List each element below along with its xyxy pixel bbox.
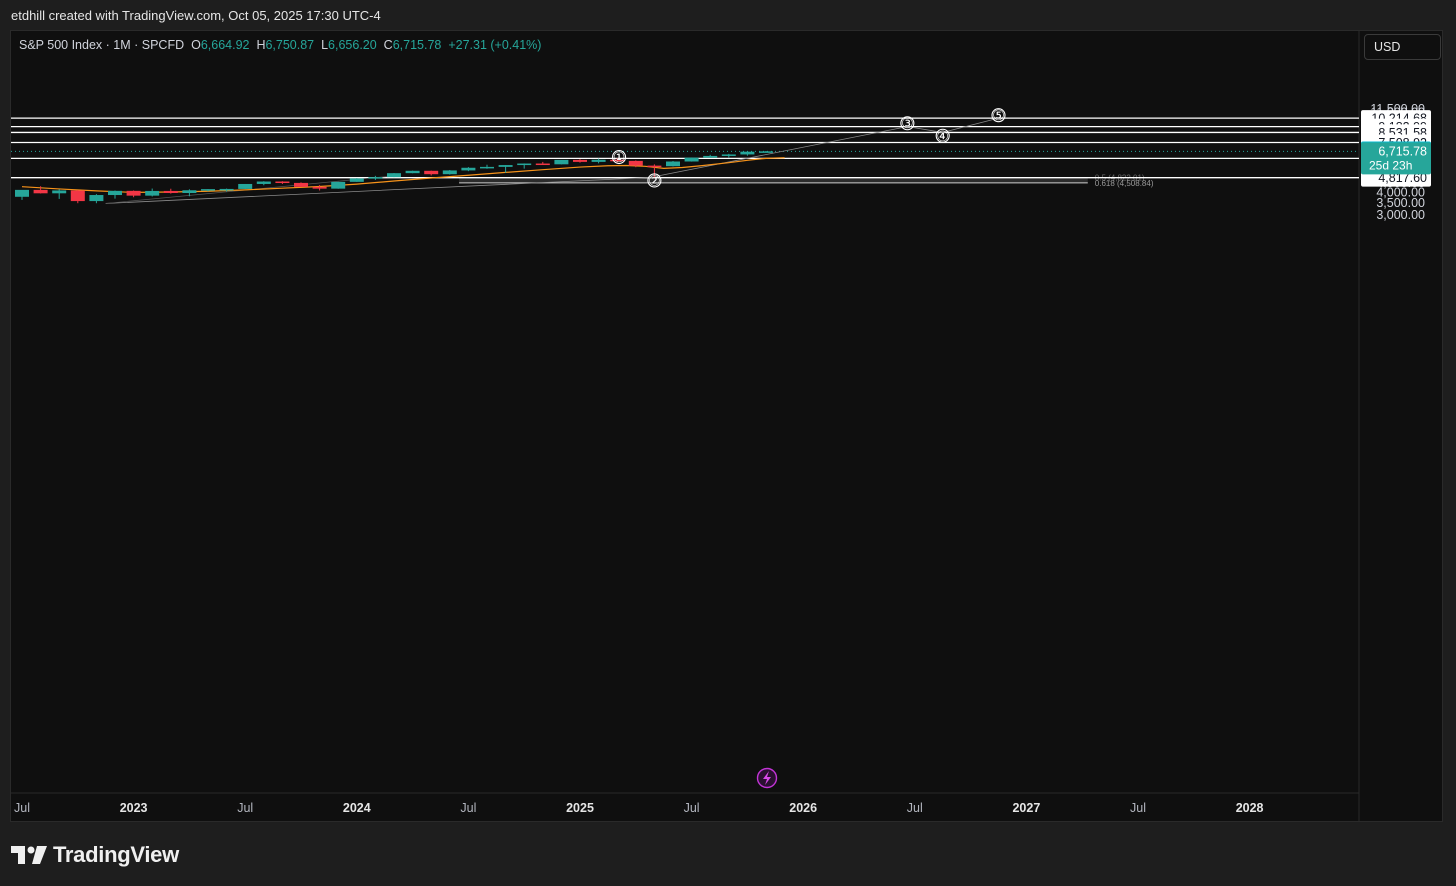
candle-body xyxy=(294,182,308,187)
candle-body xyxy=(368,177,383,179)
change-value: +27.31 (+0.41%) xyxy=(448,38,542,52)
candle-body xyxy=(312,186,327,189)
last-price-tag: 6,715.7825d 23h xyxy=(1361,142,1431,175)
price-chart[interactable]: 3,000.003,500.004,000.004,500.005,000.00… xyxy=(0,0,1456,886)
x-tick-label: Jul xyxy=(237,801,253,815)
wave-label: ② xyxy=(647,173,662,189)
x-tick-label: Jul xyxy=(1130,801,1146,815)
candle-body xyxy=(573,159,587,162)
candle-body xyxy=(387,173,401,178)
candle-body xyxy=(480,166,494,169)
candle-body xyxy=(275,181,290,184)
wave-label: ⑤ xyxy=(991,108,1006,124)
candle-body xyxy=(703,155,718,158)
candle-body xyxy=(126,190,141,196)
x-tick-label: 2026 xyxy=(789,801,817,815)
x-tick-label: 2028 xyxy=(1236,801,1264,815)
x-tick-label: 2027 xyxy=(1012,801,1040,815)
open-value: 6,664.92 xyxy=(200,38,250,52)
currency-selector[interactable]: USD xyxy=(1364,34,1441,60)
high-value: 6,750.87 xyxy=(265,38,315,52)
event-lightning-icon[interactable] xyxy=(756,767,778,789)
tradingview-logo-icon xyxy=(11,846,47,864)
wave-label-text: ① xyxy=(613,150,626,166)
candle-body xyxy=(108,190,122,196)
candle-body xyxy=(554,159,569,165)
candle-body xyxy=(15,189,29,197)
candle-body xyxy=(647,165,662,168)
wave-label: ③ xyxy=(900,116,915,132)
x-tick-label: 2023 xyxy=(120,801,148,815)
candle-body xyxy=(219,188,234,191)
candle-body xyxy=(721,154,736,156)
candle-body xyxy=(201,189,215,191)
candle-body xyxy=(52,190,67,194)
brand-name: TradingView xyxy=(53,842,179,867)
open-label: O xyxy=(191,38,201,52)
candle-body xyxy=(591,159,606,162)
candle-body xyxy=(349,178,364,182)
candle-body xyxy=(684,157,699,162)
candle-body xyxy=(461,167,476,171)
candle-body xyxy=(517,163,532,166)
close-label: C xyxy=(383,38,393,52)
candle-body xyxy=(740,151,755,155)
last-price-text: 6,715.78 xyxy=(1378,144,1427,158)
wave-label-text: ④ xyxy=(936,129,949,145)
x-tick-label: Jul xyxy=(460,801,476,815)
y-tick-label: 3,000.00 xyxy=(1376,208,1425,222)
candle-body xyxy=(535,163,550,166)
candle-body xyxy=(628,160,643,166)
symbol-legend: S&P 500 Index · 1M · SPCFD O6,664.92 H6,… xyxy=(19,38,541,52)
x-tick-label: Jul xyxy=(907,801,923,815)
bar-countdown-text: 25d 23h xyxy=(1369,158,1412,172)
candle-body xyxy=(256,181,271,184)
low-value: 6,656.20 xyxy=(328,38,377,52)
wave-label: ① xyxy=(612,150,627,166)
candle-body xyxy=(33,189,48,194)
candle-body xyxy=(145,190,160,196)
fib-label-0618: 0.618 (4,508.84) xyxy=(1095,179,1154,188)
x-tick-label: Jul xyxy=(684,801,700,815)
candle-body xyxy=(89,195,104,202)
low-label: L xyxy=(321,38,329,52)
candle-body xyxy=(666,161,680,167)
candle-body xyxy=(70,190,85,202)
x-tick-label: 2024 xyxy=(343,801,371,815)
candle-body xyxy=(405,170,420,174)
wave-label-text: ③ xyxy=(901,116,914,132)
candle-body xyxy=(442,170,457,175)
symbol-name: S&P 500 Index · 1M · SPCFD xyxy=(19,38,185,52)
x-tick-label: 2025 xyxy=(566,801,594,815)
x-tick-label: Jul xyxy=(14,801,30,815)
candle-body xyxy=(238,183,253,189)
candle-body xyxy=(759,151,773,153)
candle-body xyxy=(182,190,197,194)
tradingview-brand[interactable]: TradingView xyxy=(11,842,179,868)
wave-label-text: ② xyxy=(648,173,661,189)
candle-body xyxy=(331,181,346,189)
wave-label: ④ xyxy=(935,128,950,145)
wave-label-text: ⑤ xyxy=(992,108,1005,124)
candle-body xyxy=(498,165,513,167)
candle-body xyxy=(424,170,439,175)
close-value: 6,715.78 xyxy=(392,38,442,52)
candle-body xyxy=(163,190,178,194)
